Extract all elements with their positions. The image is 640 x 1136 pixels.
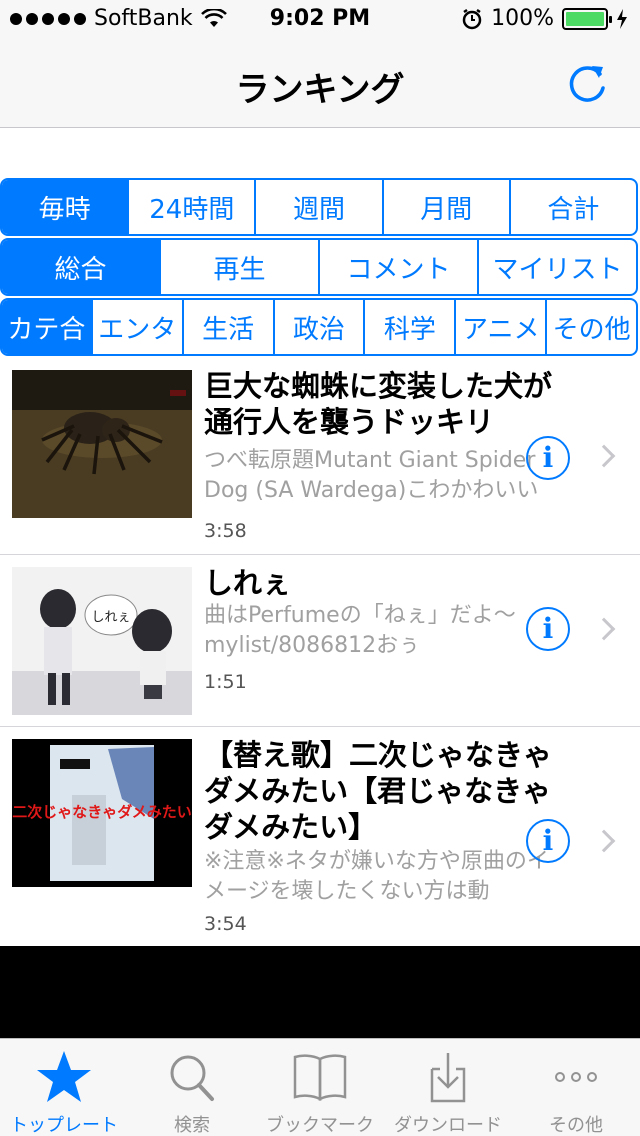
tab-bookmark[interactable]: ブックマーク [256,1039,384,1136]
ad-banner-area [0,946,640,1038]
category-segmented-control: カテ合 エンタ 生活 政治 科学 アニメ その他 [0,298,638,356]
segment-anime[interactable]: アニメ [456,300,548,354]
video-ranking-list: 巨大な蜘蛛に変装した犬が通行人を襲うドッキリ つべ転原題Mutant Giant… [0,358,640,946]
tab-label: ダウンロード [394,1115,502,1136]
chevron-right-icon [592,444,616,468]
type-segmented-control: 総合 再生 コメント マイリスト [0,238,638,296]
segment-views[interactable]: 再生 [161,240,320,294]
tab-label: トップレート [10,1115,118,1136]
thumbnail-caption: 二次じゃなきゃダメみたい [12,803,192,821]
video-duration: 3:58 [204,520,247,542]
video-title: 【替え歌】二次じゃなきゃダメみたい【君じゃなきゃダメみたい】 [204,738,553,844]
segment-total[interactable]: 合計 [511,180,636,234]
segment-overall[interactable]: 総合 [2,240,161,294]
chevron-right-icon [592,829,616,853]
tab-label: 検索 [174,1115,210,1136]
segment-category-all[interactable]: カテ合 [2,300,93,354]
battery-area: 100% [461,6,628,31]
segment-comments[interactable]: コメント [320,240,479,294]
battery-icon [562,7,612,30]
video-thumbnail [12,370,192,518]
tab-top-rate[interactable]: トップレート [0,1039,128,1136]
alarm-icon [462,8,482,29]
tab-download[interactable]: ダウンロード [384,1039,512,1136]
period-segmented-control: 毎時 24時間 週間 月間 合計 [0,178,638,236]
segment-24h[interactable]: 24時間 [129,180,257,234]
segment-politics[interactable]: 政治 [275,300,366,354]
status-bar: SoftBank 9:02 PM 100% [0,0,640,40]
video-description: ※注意※ネタが嫌いな方や原曲のイメージを壊したくない方は動 [204,849,549,904]
segment-life[interactable]: 生活 [184,300,275,354]
segment-entertainment[interactable]: エンタ [93,300,184,354]
refresh-icon[interactable] [562,58,612,108]
segment-mylist[interactable]: マイリスト [479,240,636,294]
download-icon [430,1053,466,1103]
segment-monthly[interactable]: 月間 [384,180,511,234]
video-description: つべ転原題Mutant Giant Spider Dog (SA Wardega… [204,448,539,503]
segment-hourly[interactable]: 毎時 [2,180,130,234]
video-title: しれぇ [204,566,292,600]
book-icon [293,1054,347,1102]
segment-weekly[interactable]: 週間 [256,180,384,234]
chevron-right-icon [592,617,616,641]
video-row[interactable]: 巨大な蜘蛛に変装した犬が通行人を襲うドッキリ つべ転原題Mutant Giant… [0,358,640,555]
tab-label: その他 [549,1115,603,1136]
video-row[interactable]: 二次じゃなきゃダメみたい 【替え歌】二次じゃなきゃダメみたい【君じゃなきゃダメみ… [0,727,640,946]
video-duration: 1:51 [204,671,247,693]
thumbnail-caption: しれぇ [91,610,130,625]
video-thumbnail: しれぇ [12,567,192,715]
tab-bar: トップレート 検索 ブックマーク ダウンロード その他 [0,1038,640,1136]
navigation-bar: ランキング [0,40,640,128]
info-icon[interactable]: i [526,436,570,480]
search-icon [170,1055,214,1101]
app-root: SoftBank 9:02 PM 100% ランキング 毎時 24時間 週間 月… [0,0,640,1136]
tab-more[interactable]: その他 [512,1039,640,1136]
tab-label: ブックマーク [266,1115,374,1136]
segment-other[interactable]: その他 [547,300,636,354]
charging-icon [617,8,627,29]
video-description: 曲はPerfumeの「ねぇ」だよ～ mylist/8086812おぅ [204,603,516,658]
tab-search[interactable]: 検索 [128,1039,256,1136]
video-thumbnail: 二次じゃなきゃダメみたい [12,739,192,887]
battery-percent: 100% [491,6,554,31]
star-icon [37,1051,91,1102]
info-icon[interactable]: i [526,819,570,863]
video-title: 巨大な蜘蛛に変装した犬が通行人を襲うドッキリ [204,369,553,439]
segment-science[interactable]: 科学 [365,300,457,354]
info-icon[interactable]: i [526,607,570,651]
more-icon [555,1072,597,1082]
page-title: ランキング [235,70,405,110]
video-duration: 3:54 [204,913,247,935]
video-row[interactable]: しれぇ しれぇ 曲はPerfumeの「ねぇ」だよ～ mylist/8086812… [0,555,640,727]
